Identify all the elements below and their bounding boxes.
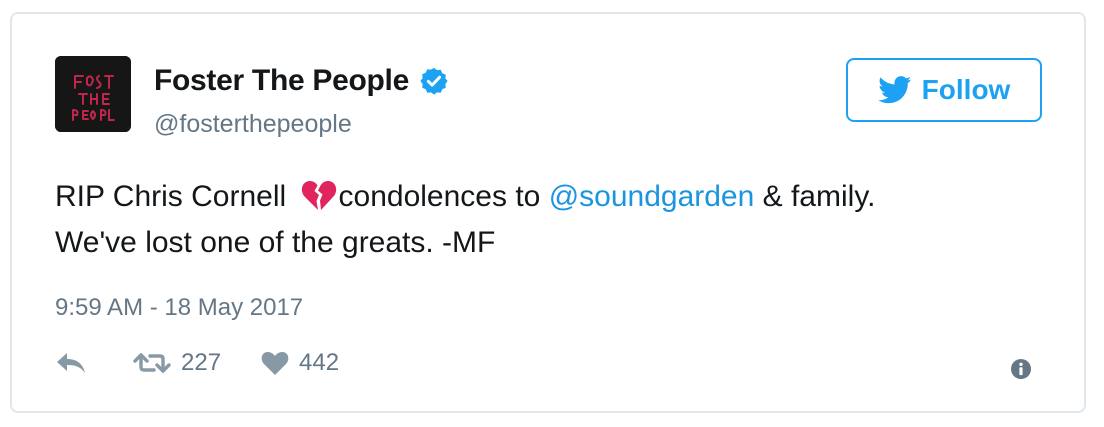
reply-icon bbox=[57, 353, 85, 373]
tweet-text-part1: RIP Chris Cornell bbox=[55, 180, 295, 213]
follow-label: Follow bbox=[921, 74, 1011, 105]
tweet-card: Foster The People @fosterthepeople Follo… bbox=[10, 12, 1086, 413]
like-button[interactable]: 442 bbox=[261, 349, 339, 377]
tweet-text-part2: condolences to bbox=[338, 180, 549, 213]
avatar[interactable] bbox=[55, 56, 131, 132]
follow-button[interactable]: Follow bbox=[846, 58, 1042, 122]
author-handle[interactable]: @fosterthepeople bbox=[154, 110, 352, 139]
like-count: 442 bbox=[299, 349, 340, 376]
tweet-text-line2: We've lost one of the greats. -MF bbox=[55, 226, 496, 259]
tweet-actions: 227 442 bbox=[55, 349, 339, 377]
author-name-row: Foster The People bbox=[154, 64, 449, 98]
heart-icon bbox=[261, 352, 289, 375]
tweet-timestamp[interactable]: 9:59 AM - 18 May 2017 bbox=[55, 294, 303, 322]
broken-heart-icon bbox=[301, 181, 336, 210]
tweet-text-part3: & family. bbox=[754, 180, 876, 213]
twitter-bird-icon bbox=[877, 76, 911, 104]
mention-link[interactable]: @soundgarden bbox=[549, 180, 755, 213]
retweet-icon bbox=[133, 353, 171, 373]
retweet-button[interactable]: 227 bbox=[133, 349, 221, 377]
band-logo-avatar bbox=[55, 56, 131, 132]
verified-badge-icon bbox=[420, 67, 448, 95]
tweet-text: RIP Chris Cornell condolences to @soundg… bbox=[55, 174, 1055, 266]
reply-button[interactable] bbox=[55, 351, 87, 375]
retweet-count: 227 bbox=[181, 349, 222, 376]
author-display-name[interactable]: Foster The People bbox=[154, 64, 409, 98]
info-icon[interactable] bbox=[1010, 358, 1032, 380]
